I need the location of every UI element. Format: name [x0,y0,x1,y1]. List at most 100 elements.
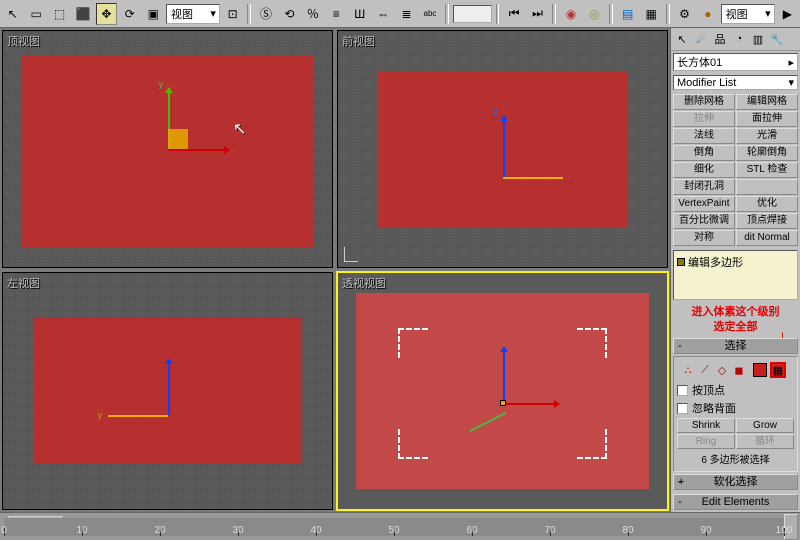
mod-btn[interactable]: 编辑网格 [736,94,798,110]
ring-button[interactable]: Ring [677,434,735,449]
render-last-icon[interactable]: ▶ [777,3,798,25]
mod-btn[interactable]: VertexPaint [673,196,735,212]
annotation-line1: 进入体素这个级别 [692,306,780,318]
render-scene-icon[interactable]: ⚙ [674,3,695,25]
by-vertex-checkbox[interactable]: 按顶点 [677,382,794,398]
modify-tab-icon[interactable]: ☄ [692,30,710,48]
axis-z[interactable] [503,348,505,403]
mod-btn[interactable]: 细化 [673,162,735,178]
viewport-label: 顶视图 [7,33,40,49]
modifier-list-dropdown[interactable]: Modifier List [673,75,798,90]
ref-coord-dropdown[interactable]: 视图 [166,4,220,24]
hierarchy-tab-icon[interactable]: 品 [711,30,729,48]
key-spinner[interactable] [453,5,492,23]
checkbox-icon[interactable] [677,403,688,414]
soft-selection-rollout-header[interactable]: + 软化选择 [673,474,798,490]
select-paint-icon[interactable]: ⬛ [72,3,93,25]
material-editor-icon[interactable]: ◉ [560,3,581,25]
selection-rollout-header[interactable]: 选择 [673,338,798,354]
axis-y[interactable] [108,415,168,417]
pivot-icon[interactable]: ⊡ [222,3,243,25]
curve-editor-icon[interactable]: ▦ [640,3,661,25]
move-icon[interactable]: ✥ [96,3,117,25]
edge-level-icon[interactable]: ⟋ [698,363,712,377]
mod-btn[interactable]: STL 检查 [736,162,798,178]
mod-btn [736,179,798,195]
ref-coord-label: 视图 [171,6,193,22]
prev-key-icon[interactable]: ⏮ [503,3,524,25]
create-tab-icon[interactable]: ↖ [673,30,691,48]
grow-button[interactable]: Grow [736,418,794,433]
snap-toggle-icon[interactable]: Ⓢ [255,3,276,25]
axis-x-label: x [232,144,237,154]
axis-plane[interactable] [168,129,188,149]
mod-btn[interactable]: 轮廓倒角 [736,145,798,161]
viewport-left[interactable]: 左视图 y [2,272,333,510]
render-view-dropdown[interactable]: 视图 [721,4,775,24]
modifier-stack[interactable]: 编辑多边形 [673,250,798,300]
next-key-icon[interactable]: ⏭ [527,3,548,25]
select-object-icon[interactable]: ↖ [2,3,23,25]
percent-snap-icon[interactable]: ％ [302,3,323,25]
axis-z[interactable] [168,360,170,415]
ruler-label: 80 [622,525,633,536]
mod-btn[interactable]: 面拉伸 [736,111,798,127]
mod-btn[interactable]: 拉伸 [673,111,735,127]
mod-btn[interactable]: 顶点焊接 [736,213,798,229]
edit-elements-rollout-header[interactable]: Edit Elements [673,494,798,510]
mod-btn[interactable]: 优化 [736,196,798,212]
command-panel-tabs: ↖ ☄ 品 ◔ ▥ 🔧 [671,28,800,51]
checkbox-icon[interactable] [677,385,688,396]
align-icon[interactable]: ⇔ [372,3,393,25]
sel-bracket [577,429,607,459]
render-icon[interactable]: ◎ [584,3,605,25]
polygon-level-icon[interactable]: ◼ [732,363,746,377]
named-sel-icon[interactable]: abc [419,3,440,25]
angle-snap-icon[interactable]: ⟲ [279,3,300,25]
mirror-icon[interactable]: Ш [349,3,370,25]
quick-render-icon[interactable]: ● [697,3,718,25]
viewport-perspective[interactable]: 透视视图 [337,272,668,510]
mod-btn[interactable]: 法线 [673,128,735,144]
mod-btn[interactable]: dit Normal [736,230,798,246]
utilities-tab-icon[interactable]: 🔧 [768,30,786,48]
element-level-active-icon[interactable]: ▦ [770,362,786,378]
object-name-field[interactable]: 长方体01 [673,53,798,71]
viewport-container: 顶视图 y x ↖ 前视图 z [0,28,670,512]
mod-btn[interactable]: 删除网格 [673,94,735,110]
axis-x[interactable] [168,149,228,151]
schematic-icon[interactable]: ▤ [617,3,638,25]
layers-icon[interactable]: ≣ [396,3,417,25]
ruler-label: 20 [154,525,165,536]
mod-btn[interactable]: 封闭孔洞 [673,179,735,195]
stack-toggle-icon[interactable] [677,258,685,266]
selection-rollout: ∴ ⟋ ◇ ◼ ▦ 按顶点 忽略背面 Shrink Grow Ring 循环 [673,356,798,472]
mod-btn[interactable]: 对称 [673,230,735,246]
mod-btn[interactable]: 光滑 [736,128,798,144]
select-region-icon[interactable]: ▭ [25,3,46,25]
mod-btn[interactable]: 百分比微调 [673,213,735,229]
vertex-level-icon[interactable]: ∴ [681,363,695,377]
scale-icon[interactable]: ▣ [143,3,164,25]
viewport-top[interactable]: 顶视图 y x ↖ [2,30,333,268]
axis-x[interactable] [503,177,563,179]
stack-item[interactable]: 编辑多边形 [677,254,794,270]
ignore-backfacing-checkbox[interactable]: 忽略背面 [677,400,794,416]
gizmo-origin [500,400,506,406]
time-ruler[interactable]: 0102030405060708090100 [4,518,784,536]
axis-x[interactable] [503,403,558,405]
element-level-icon[interactable] [753,363,767,377]
display-tab-icon[interactable]: ▥ [749,30,767,48]
separator [445,4,449,24]
axis-z[interactable] [503,117,505,177]
select-lasso-icon[interactable]: ⬚ [49,3,70,25]
border-level-icon[interactable]: ◇ [715,363,729,377]
spinner-snap-icon[interactable]: ≡ [326,3,347,25]
mod-btn[interactable]: 倒角 [673,145,735,161]
motion-tab-icon[interactable]: ◔ [730,30,748,48]
rotate-icon[interactable]: ⟳ [119,3,140,25]
viewport-front[interactable]: 前视图 z x [337,30,668,268]
loop-button[interactable]: 循环 [736,434,794,449]
shrink-button[interactable]: Shrink [677,418,735,433]
ruler-label: 70 [544,525,555,536]
